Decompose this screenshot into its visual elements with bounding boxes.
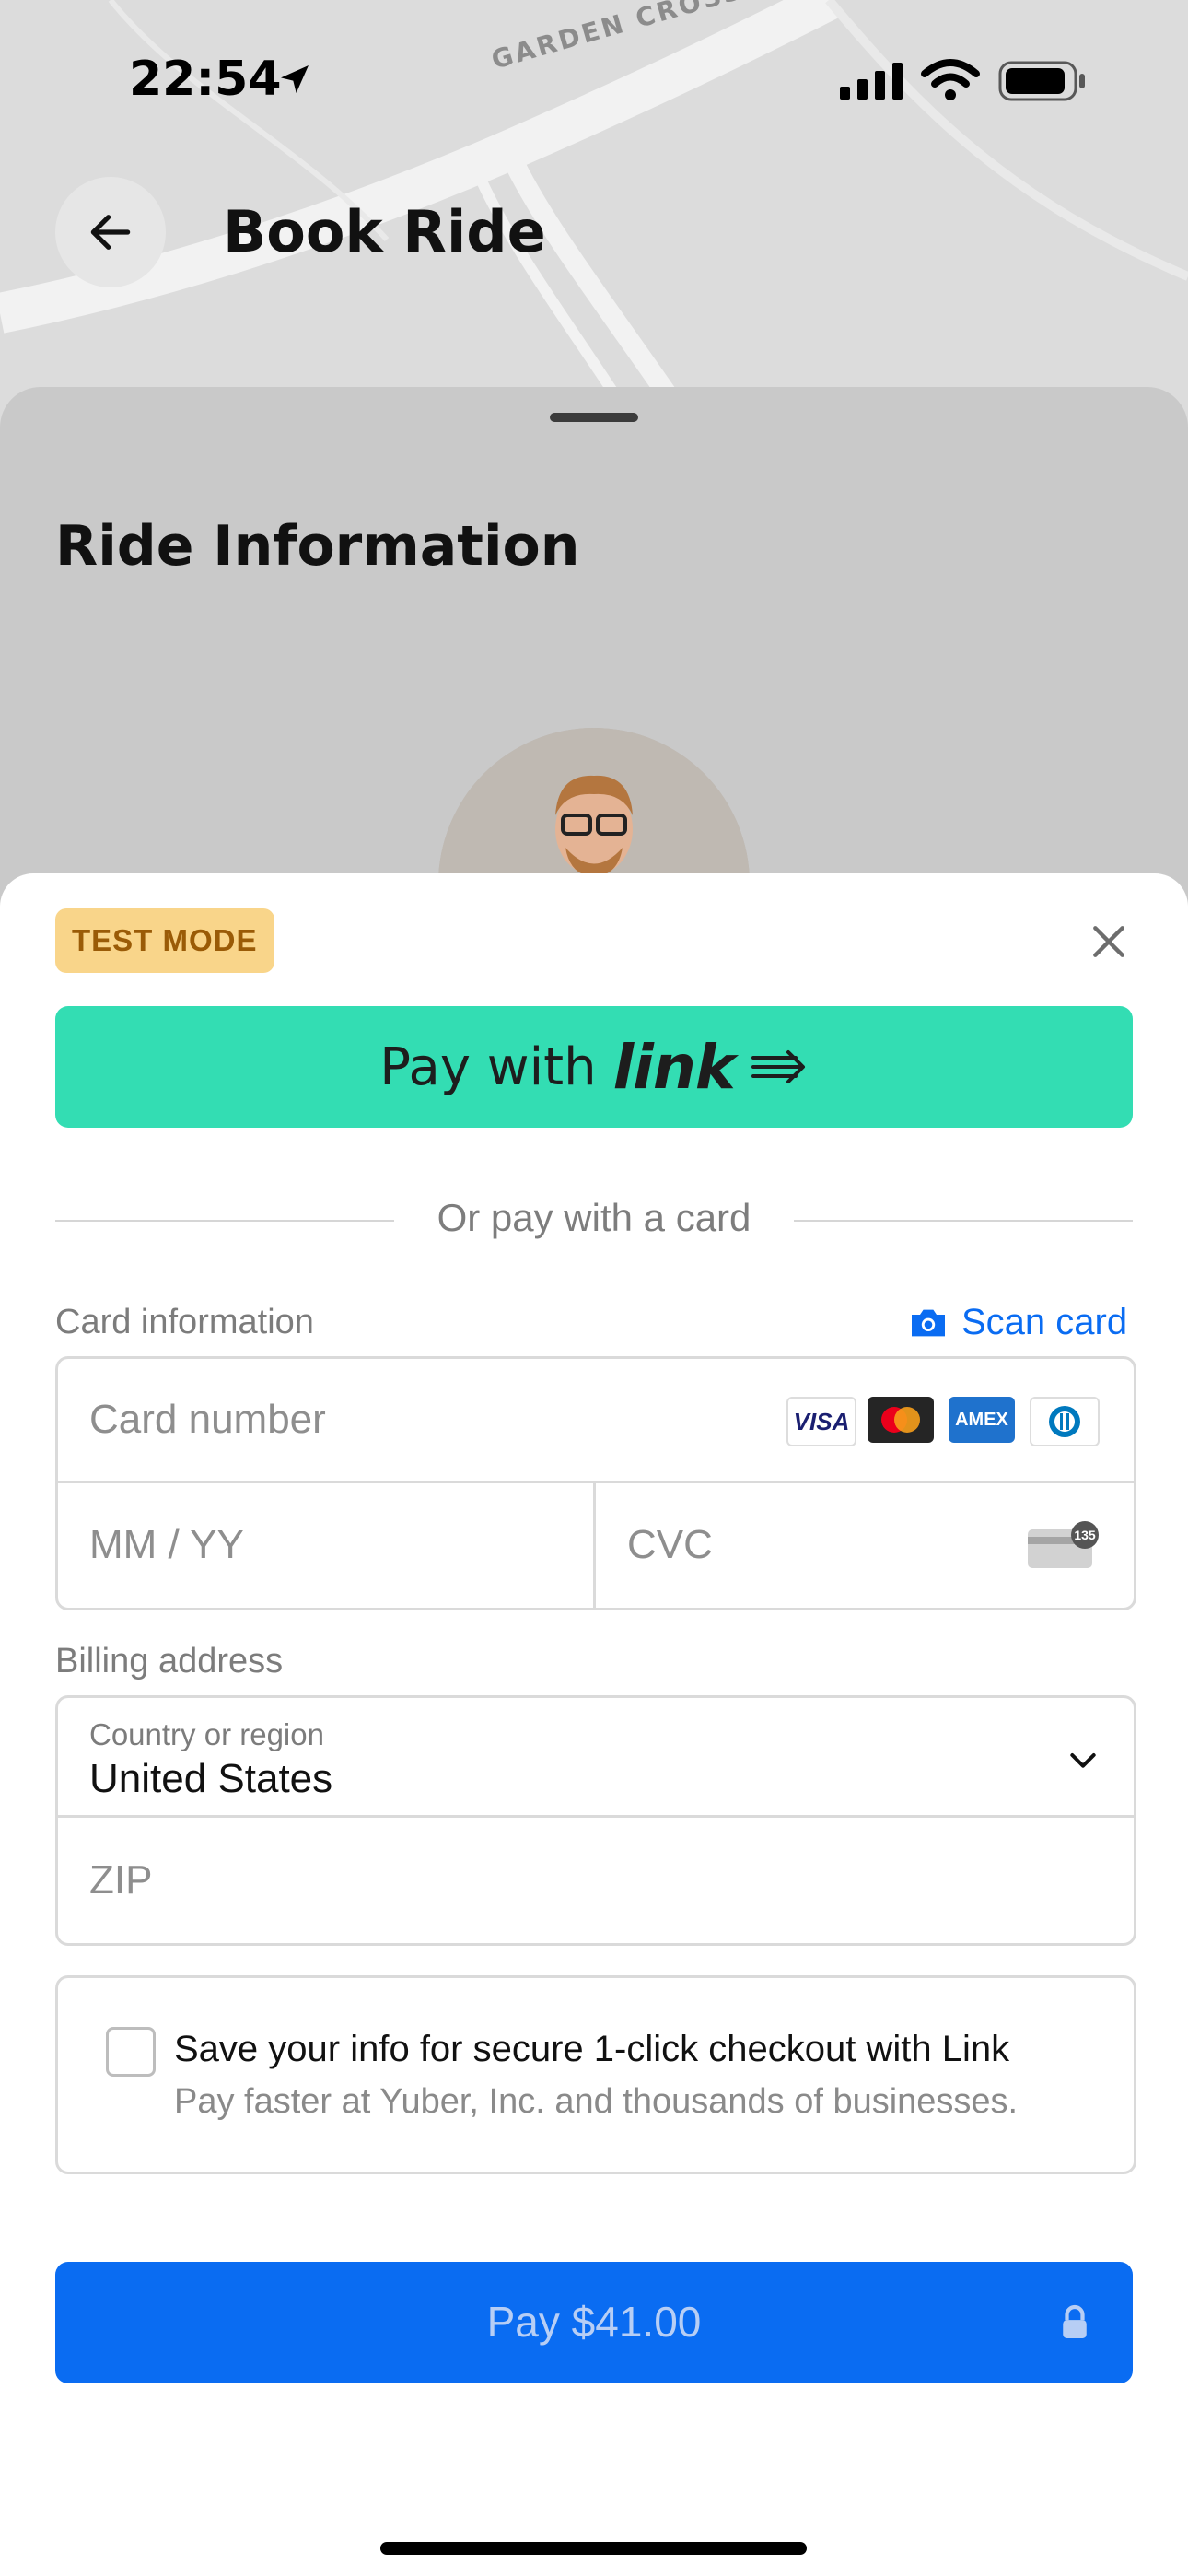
cvc-hint-number: 135 bbox=[1074, 1528, 1096, 1542]
home-indicator[interactable] bbox=[380, 2542, 807, 2555]
or-pay-with-card-text: Or pay with a card bbox=[437, 1196, 751, 1239]
country-label: Country or region bbox=[89, 1717, 324, 1751]
battery-icon bbox=[998, 61, 1085, 101]
save-info-subtitle: Pay faster at Yuber, Inc. and thousands … bbox=[174, 2082, 1019, 2121]
save-info-checkbox[interactable] bbox=[106, 2027, 156, 2077]
close-button[interactable] bbox=[1083, 916, 1135, 967]
visa-icon: VISA bbox=[786, 1397, 856, 1446]
sheet-grabber[interactable] bbox=[550, 413, 638, 422]
card-information-group bbox=[55, 1356, 1136, 1610]
scan-card-label: Scan card bbox=[961, 1302, 1128, 1342]
country-select[interactable]: United States bbox=[89, 1756, 332, 1802]
close-icon bbox=[1093, 926, 1124, 957]
location-arrow-icon bbox=[281, 65, 309, 93]
cvc-card-icon: 135 bbox=[1028, 1521, 1099, 1568]
arrow-left-icon bbox=[90, 215, 131, 250]
back-button[interactable] bbox=[55, 177, 166, 287]
camera-icon bbox=[912, 1309, 945, 1336]
pay-with-label: Pay with bbox=[379, 1036, 597, 1097]
billing-address-label: Billing address bbox=[55, 1642, 284, 1680]
page-title: Book Ride bbox=[223, 198, 546, 265]
diners-club-icon bbox=[1030, 1397, 1100, 1446]
link-arrow-icon bbox=[751, 1050, 805, 1083]
billing-divider bbox=[55, 1815, 1136, 1818]
save-info-title: Save your info for secure 1-click checko… bbox=[174, 2029, 1010, 2069]
lock-icon bbox=[1063, 2304, 1087, 2338]
visa-text: VISA bbox=[793, 1407, 850, 1435]
pay-button[interactable]: Pay $41.00 bbox=[55, 2262, 1133, 2383]
chevron-down-icon[interactable] bbox=[1065, 1741, 1101, 1778]
link-logo: link bbox=[612, 1031, 736, 1103]
cvc-input[interactable]: CVC bbox=[627, 1522, 713, 1568]
wifi-icon bbox=[921, 59, 980, 100]
card-row-divider bbox=[55, 1481, 1136, 1483]
amex-text: AMEX bbox=[955, 1409, 1008, 1430]
zip-input[interactable]: ZIP bbox=[89, 1857, 152, 1903]
card-number-input[interactable]: Card number bbox=[89, 1397, 326, 1443]
pay-with-link-button[interactable]: Pay with link bbox=[55, 1006, 1133, 1128]
expiry-input[interactable]: MM / YY bbox=[89, 1522, 244, 1568]
scan-card-button[interactable]: Scan card bbox=[908, 1302, 1127, 1343]
ride-information-title: Ride Information bbox=[55, 514, 580, 579]
pay-button-label: Pay $41.00 bbox=[486, 2298, 702, 2346]
status-time: 22:54 bbox=[129, 52, 282, 107]
card-information-label: Card information bbox=[55, 1303, 314, 1341]
card-col-divider bbox=[593, 1481, 596, 1608]
status-bar: 22:54 bbox=[0, 0, 1188, 157]
amex-icon: AMEX bbox=[949, 1397, 1015, 1443]
test-mode-badge: TEST MODE bbox=[55, 908, 274, 973]
cellular-signal-icon bbox=[840, 63, 903, 100]
save-info-card bbox=[55, 1975, 1136, 2174]
mastercard-icon bbox=[868, 1397, 934, 1443]
